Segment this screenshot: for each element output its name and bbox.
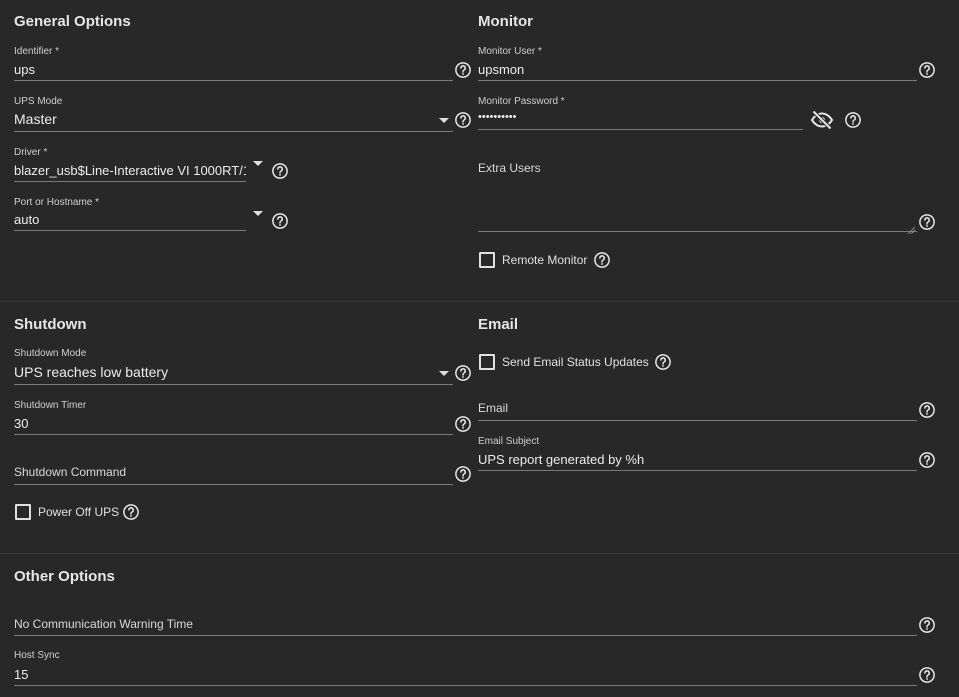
monitor-user-underline (478, 80, 917, 81)
help-icon[interactable] (271, 212, 289, 230)
shutdown-timer-underline (14, 434, 453, 435)
port-label: Port or Hostname * (14, 197, 100, 208)
monitor-user-label: Monitor User * (478, 46, 542, 57)
monitor-password-underline (478, 129, 803, 130)
port-underline (14, 230, 246, 231)
ups-mode-select[interactable]: Master (14, 111, 414, 127)
email-underline (478, 420, 917, 421)
no-communication-warning-time-input[interactable]: No Communication Warning Time (14, 617, 193, 631)
help-icon[interactable] (454, 111, 472, 129)
driver-label: Driver * (14, 147, 48, 158)
help-icon[interactable] (271, 162, 289, 180)
help-icon[interactable] (918, 666, 936, 684)
section-title-shutdown: Shutdown (14, 316, 87, 333)
help-icon[interactable] (454, 415, 472, 433)
email-input[interactable]: Email (478, 401, 508, 415)
shutdown-timer-input[interactable]: 30 (14, 416, 444, 431)
host-sync-label: Host Sync (14, 650, 60, 661)
section-divider (0, 301, 959, 302)
help-icon[interactable] (122, 503, 140, 521)
driver-select[interactable]: blazer_usb$Line-Interactive VI 1000RT/15… (14, 163, 246, 178)
help-icon[interactable] (918, 616, 936, 634)
monitor-password-label: Monitor Password * (478, 96, 565, 107)
help-icon[interactable] (918, 213, 936, 231)
help-icon[interactable] (454, 61, 472, 79)
monitor-password-input[interactable]: •••••••••• (478, 111, 798, 123)
driver-underline (14, 181, 246, 182)
help-icon[interactable] (844, 111, 862, 129)
help-icon[interactable] (918, 401, 936, 419)
help-icon[interactable] (654, 353, 672, 371)
host-sync-underline (14, 685, 917, 686)
monitor-user-input[interactable]: upsmon (478, 62, 908, 77)
section-title-email: Email (478, 316, 519, 333)
port-select[interactable]: auto (14, 212, 246, 227)
section-title-other: Other Options (14, 568, 115, 585)
eye-off-icon[interactable] (810, 108, 834, 132)
shutdown-timer-label: Shutdown Timer (14, 400, 87, 411)
identifier-underline (14, 80, 453, 81)
remote-monitor-checkbox[interactable] (479, 252, 495, 268)
identifier-label: Identifier * (14, 46, 60, 57)
email-subject-underline (478, 470, 917, 471)
ups-mode-underline (14, 131, 453, 132)
section-title-monitor: Monitor (478, 13, 533, 30)
shutdown-mode-underline (14, 384, 453, 385)
email-subject-label: Email Subject (478, 436, 540, 447)
identifier-input[interactable]: ups (14, 62, 444, 77)
caret-down-icon[interactable] (439, 371, 449, 376)
power-off-ups-checkbox[interactable] (15, 504, 31, 520)
extra-users-underline (478, 231, 917, 232)
extra-users-label: Extra Users (478, 161, 541, 175)
section-title-general: General Options (14, 13, 131, 30)
caret-down-icon[interactable] (253, 161, 263, 166)
shutdown-mode-label: Shutdown Mode (14, 348, 87, 359)
caret-down-icon[interactable] (253, 211, 263, 216)
help-icon[interactable] (454, 364, 472, 382)
help-icon[interactable] (918, 451, 936, 469)
section-divider (0, 553, 959, 554)
ups-mode-label: UPS Mode (14, 96, 63, 107)
email-subject-input[interactable]: UPS report generated by %h (478, 452, 908, 467)
shutdown-command-underline (14, 484, 453, 485)
resize-handle-icon[interactable] (907, 221, 916, 235)
caret-down-icon[interactable] (439, 118, 449, 123)
host-sync-input[interactable]: 15 (14, 667, 904, 682)
extra-users-textarea[interactable] (478, 180, 917, 230)
help-icon[interactable] (454, 465, 472, 483)
help-icon[interactable] (918, 61, 936, 79)
shutdown-mode-select[interactable]: UPS reaches low battery (14, 364, 414, 380)
send-email-updates-label[interactable]: Send Email Status Updates (502, 355, 649, 369)
remote-monitor-label[interactable]: Remote Monitor (502, 253, 587, 267)
send-email-updates-checkbox[interactable] (479, 354, 495, 370)
shutdown-command-input[interactable]: Shutdown Command (14, 465, 126, 479)
no-communication-underline (14, 635, 917, 636)
help-icon[interactable] (593, 251, 611, 269)
power-off-ups-label[interactable]: Power Off UPS (38, 505, 119, 519)
